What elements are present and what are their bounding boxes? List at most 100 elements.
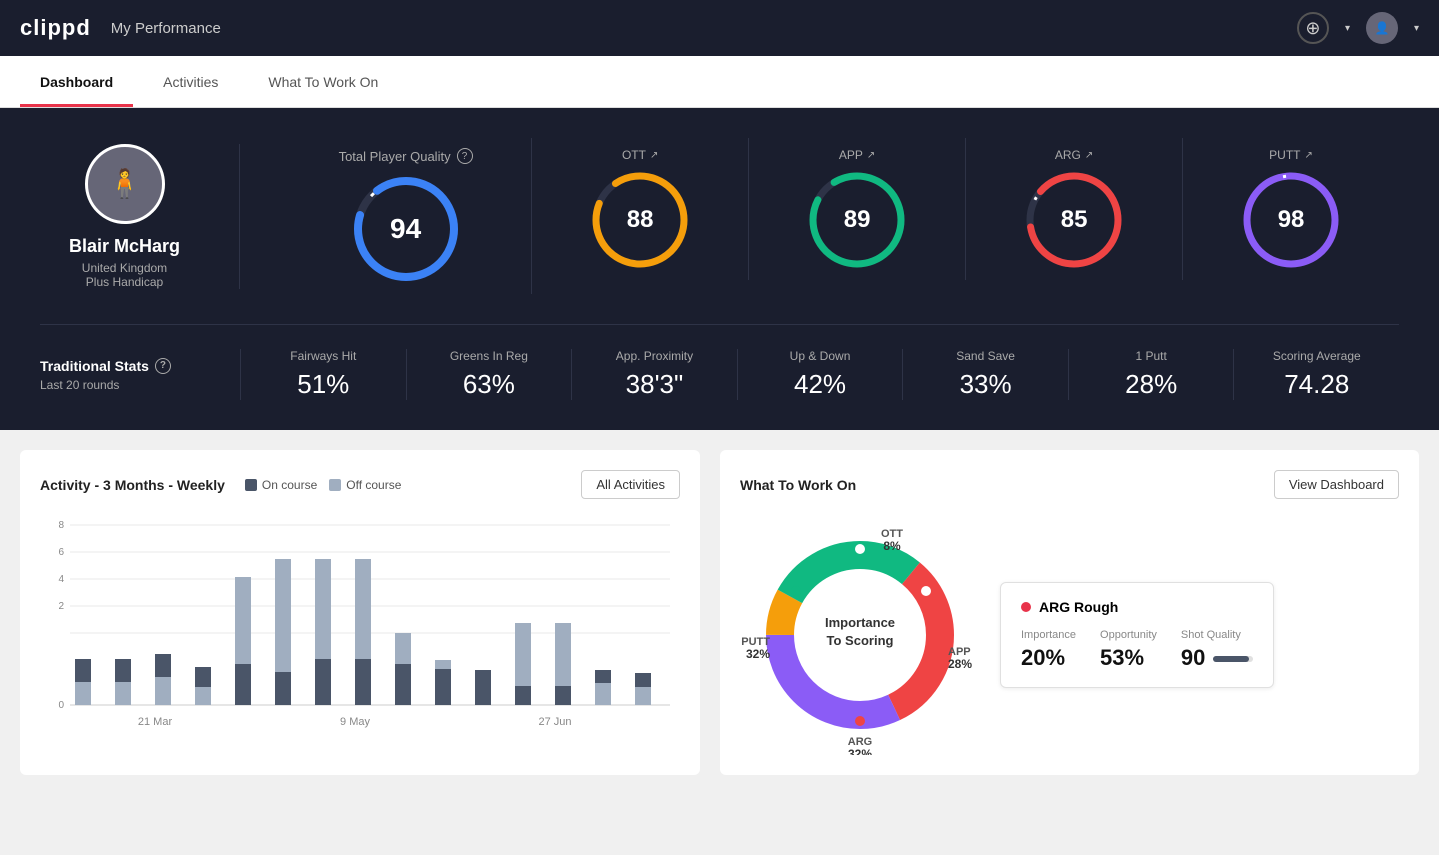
top-nav: clippd My Performance ⊕ ▾ 👤 ▾ (0, 0, 1439, 56)
ott-ring-container: OTT ↗ 88 (532, 138, 749, 280)
app-score: 89 (844, 206, 871, 234)
nav-title: My Performance (111, 20, 221, 37)
traditional-stats-row: Traditional Stats ? Last 20 rounds Fairw… (40, 325, 1399, 400)
on-course-dot (245, 479, 257, 491)
stat-fairways-hit: Fairways Hit 51% (240, 349, 406, 400)
arg-trend: ↗ (1085, 150, 1093, 161)
player-country: United Kingdom (82, 261, 167, 275)
tab-dashboard[interactable]: Dashboard (20, 56, 133, 107)
svg-text:4: 4 (58, 574, 64, 585)
arg-score: 85 (1061, 206, 1088, 234)
player-avatar-icon: 🧍 (107, 167, 142, 200)
tpq-ring-container: Total Player Quality ? 94 (280, 138, 532, 294)
avatar[interactable]: 👤 (1366, 12, 1398, 44)
add-dropdown-arrow[interactable]: ▾ (1345, 23, 1350, 34)
app-ring: 89 (807, 170, 907, 270)
rec-stat-shot-quality: Shot Quality 90 (1181, 629, 1253, 671)
recommendation-card: ARG Rough Importance 20% Opportunity 53%… (1000, 582, 1274, 688)
putt-trend: ↗ (1305, 150, 1313, 161)
stats-sublabel: Last 20 rounds (40, 378, 210, 392)
stat-app-proximity: App. Proximity 38'3" (571, 349, 737, 400)
svg-text:0: 0 (58, 700, 64, 711)
rec-stat-opportunity: Opportunity 53% (1100, 629, 1157, 671)
putt-score: 98 (1278, 206, 1305, 234)
svg-text:32%: 32% (848, 747, 872, 755)
ott-ring: 88 (590, 170, 690, 270)
rec-title: ARG Rough (1021, 599, 1253, 615)
scores-section: Total Player Quality ? 94 OTT ↗ (240, 138, 1399, 294)
rec-stat-importance: Importance 20% (1021, 629, 1076, 671)
off-course-dot (329, 479, 341, 491)
player-handicap: Plus Handicap (86, 275, 163, 289)
svg-text:To Scoring: To Scoring (827, 633, 894, 648)
stat-greens-in-reg: Greens In Reg 63% (406, 349, 572, 400)
app-ring-container: APP ↗ 89 (749, 138, 966, 280)
avatar-dropdown-arrow[interactable]: ▾ (1414, 23, 1419, 34)
arg-ring-container: ARG ↗ 85 (966, 138, 1183, 280)
stat-up-down: Up & Down 42% (737, 349, 903, 400)
stat-scoring-average: Scoring Average 74.28 (1233, 349, 1399, 400)
avatar-icon: 👤 (1374, 21, 1389, 35)
tpq-label: Total Player Quality ? (339, 148, 473, 164)
svg-text:21 Mar: 21 Mar (138, 716, 173, 728)
legend-on-course: On course (245, 478, 317, 492)
stat-sand-save: Sand Save 33% (902, 349, 1068, 400)
work-on-content: Importance To Scoring OTT 8% APP 28% ARG… (740, 515, 1399, 755)
ott-trend: ↗ (650, 150, 658, 161)
add-button[interactable]: ⊕ (1297, 12, 1329, 44)
activity-panel-title: Activity - 3 Months - Weekly (40, 477, 225, 493)
svg-text:2: 2 (58, 601, 64, 612)
work-on-title: What To Work On (740, 477, 856, 493)
player-info: 🧍 Blair McHarg United Kingdom Plus Handi… (40, 144, 240, 289)
svg-text:Importance: Importance (825, 615, 895, 630)
plus-icon: ⊕ (1305, 18, 1320, 39)
all-activities-button[interactable]: All Activities (581, 470, 680, 499)
rec-stats: Importance 20% Opportunity 53% Shot Qual… (1021, 629, 1253, 671)
nav-right: ⊕ ▾ 👤 ▾ (1297, 12, 1419, 44)
svg-text:8: 8 (58, 520, 64, 531)
work-on-panel: What To Work On View Dashboard (720, 450, 1419, 775)
chart-area: 8 6 4 2 0 (40, 515, 680, 735)
ott-label: OTT ↗ (622, 148, 658, 162)
donut-chart-area: Importance To Scoring OTT 8% APP 28% ARG… (740, 515, 980, 755)
tab-activities[interactable]: Activities (143, 56, 238, 107)
logo: clippd (20, 15, 91, 41)
svg-text:9 May: 9 May (340, 716, 370, 728)
arg-ring: 85 (1024, 170, 1124, 270)
legend: On course Off course (245, 478, 402, 492)
activity-panel: Activity - 3 Months - Weekly On course O… (20, 450, 700, 775)
ott-score: 88 (627, 206, 654, 234)
tpq-ring: 94 (351, 174, 461, 284)
hero-section: 🧍 Blair McHarg United Kingdom Plus Handi… (0, 108, 1439, 430)
view-dashboard-button[interactable]: View Dashboard (1274, 470, 1399, 499)
avatar: 🧍 (85, 144, 165, 224)
tpq-score: 94 (390, 213, 421, 245)
svg-text:8%: 8% (883, 539, 901, 553)
tab-what-to-work-on[interactable]: What To Work On (248, 56, 398, 107)
arg-label: ARG ↗ (1055, 148, 1093, 162)
work-on-header: What To Work On View Dashboard (740, 470, 1399, 499)
nav-left: clippd My Performance (20, 15, 221, 41)
activity-panel-header: Activity - 3 Months - Weekly On course O… (40, 470, 680, 499)
player-name: Blair McHarg (69, 236, 180, 257)
tabs-bar: Dashboard Activities What To Work On (0, 56, 1439, 108)
svg-text:32%: 32% (746, 647, 770, 661)
app-label: APP ↗ (839, 148, 875, 162)
svg-text:27 Jun: 27 Jun (538, 716, 571, 728)
app-trend: ↗ (867, 150, 875, 161)
putt-ring-container: PUTT ↗ 98 (1183, 138, 1399, 280)
bottom-panels: Activity - 3 Months - Weekly On course O… (0, 430, 1439, 795)
shot-quality-bar (1213, 656, 1253, 662)
stats-label: Traditional Stats ? (40, 358, 210, 374)
putt-ring: 98 (1241, 170, 1341, 270)
putt-label: PUTT ↗ (1269, 148, 1313, 162)
stat-1-putt: 1 Putt 28% (1068, 349, 1234, 400)
activity-chart-svg: 8 6 4 2 0 (40, 515, 680, 735)
tpq-help-icon[interactable]: ? (457, 148, 473, 164)
rec-dot (1021, 602, 1031, 612)
legend-off-course: Off course (329, 478, 401, 492)
svg-text:28%: 28% (948, 657, 972, 671)
player-scores-row: 🧍 Blair McHarg United Kingdom Plus Handi… (40, 138, 1399, 325)
stats-help-icon[interactable]: ? (155, 358, 171, 374)
donut-chart-svg: Importance To Scoring OTT 8% APP 28% ARG… (740, 515, 980, 755)
